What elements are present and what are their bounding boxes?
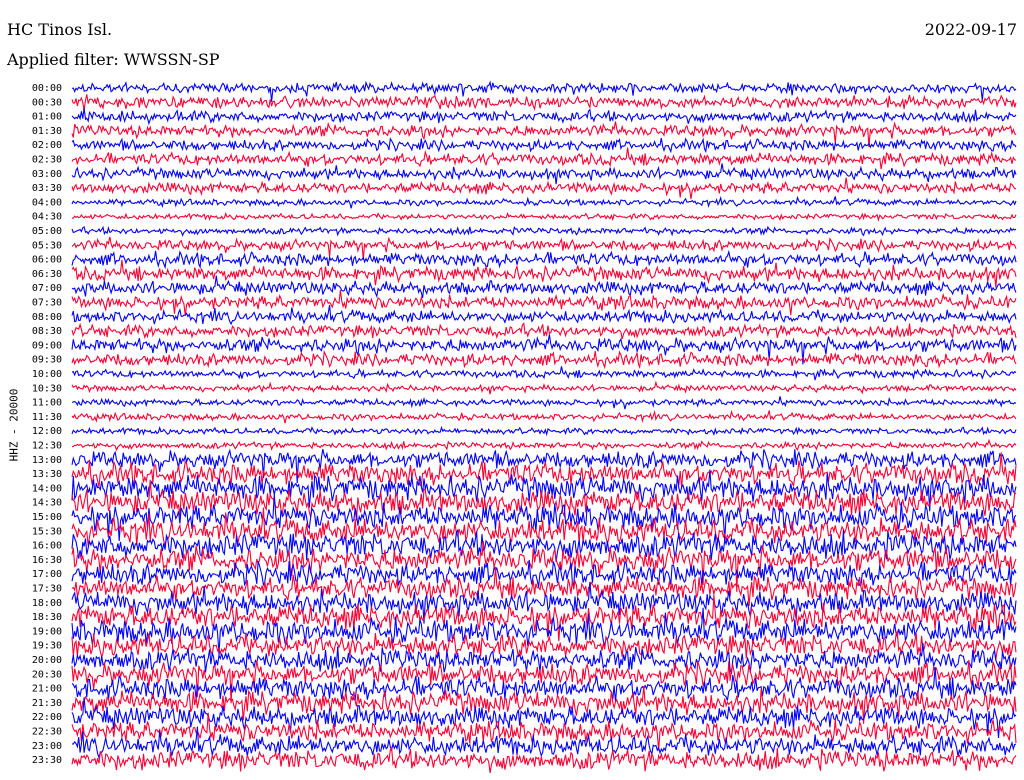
- row-label: 08:30: [32, 326, 62, 337]
- trace-row-0930: [71, 349, 1017, 370]
- row-label: 17:00: [32, 569, 62, 580]
- row-label: 16:30: [32, 555, 62, 566]
- trace-row-1530: [71, 507, 1017, 547]
- row-label: 13:00: [32, 455, 62, 466]
- row-label: 09:30: [32, 355, 62, 366]
- row-label: 15:00: [32, 512, 62, 523]
- row-label: 19:00: [32, 626, 62, 637]
- row-label: 21:00: [32, 684, 62, 695]
- row-label-group: 00:00 00:30 01:00 01:30 02:00 02:30 03:00 03:30…: [32, 83, 62, 766]
- row-label: 12:00: [32, 426, 62, 437]
- trace-row-0400: [71, 195, 1017, 209]
- trace-row-0000: [71, 80, 1017, 102]
- trace-row-1030: [71, 380, 1017, 395]
- row-label: 18:00: [32, 598, 62, 609]
- row-label: 06:00: [32, 255, 62, 266]
- row-label: 06:30: [32, 269, 62, 280]
- trace-row-0330: [71, 177, 1016, 200]
- row-label: 00:30: [32, 97, 62, 108]
- row-label: 15:30: [32, 526, 62, 537]
- row-label: 05:00: [32, 226, 62, 237]
- row-label: 17:30: [32, 584, 62, 595]
- trace-row-0230: [71, 147, 1017, 170]
- trace-group: [71, 80, 1017, 773]
- trace-row-0430: [71, 211, 1017, 222]
- trace-row-0030: [71, 94, 1017, 112]
- row-label: 22:30: [32, 727, 62, 738]
- row-label: 09:00: [32, 340, 62, 351]
- row-label: 01:00: [32, 112, 62, 123]
- row-label: 20:00: [32, 655, 62, 666]
- row-label: 02:00: [32, 140, 62, 151]
- trace-row-1730: [71, 566, 1017, 606]
- trace-row-0100: [71, 107, 1017, 126]
- row-label: 22:00: [32, 712, 62, 723]
- helicorder-plot: 00:00 00:30 01:00 01:30 02:00 02:30 03:00 03:30…: [32, 80, 1017, 773]
- row-label: 16:00: [32, 541, 62, 552]
- trace-row-1130: [71, 409, 1017, 424]
- trace-row-0500: [71, 225, 1017, 237]
- row-label: 07:00: [32, 283, 62, 294]
- row-label: 21:30: [32, 698, 62, 709]
- row-label: 02:30: [32, 155, 62, 166]
- row-label: 18:30: [32, 612, 62, 623]
- row-label: 10:30: [32, 383, 62, 394]
- trace-row-1000: [71, 366, 1017, 381]
- row-label: 03:30: [32, 183, 62, 194]
- row-label: 04:30: [32, 212, 62, 223]
- trace-row-1630: [71, 541, 1017, 592]
- trace-row-0830: [71, 322, 1017, 340]
- row-label: 07:30: [32, 298, 62, 309]
- row-label: 23:00: [32, 741, 62, 752]
- trace-row-0530: [71, 236, 1017, 260]
- row-label: 13:30: [32, 469, 62, 480]
- trace-row-0200: [71, 137, 1017, 154]
- trace-row-1700: [71, 559, 1017, 588]
- row-label: 04:00: [32, 197, 62, 208]
- row-label: 11:30: [32, 412, 62, 423]
- row-label: 00:00: [32, 83, 62, 94]
- row-label: 14:00: [32, 483, 62, 494]
- trace-row-2300: [71, 726, 1017, 760]
- row-label: 23:30: [32, 755, 62, 766]
- trace-row-0300: [71, 163, 1017, 185]
- trace-row-0730: [71, 289, 1017, 316]
- row-label: 08:00: [32, 312, 62, 323]
- row-label: 03:00: [32, 169, 62, 180]
- trace-row-0600: [71, 249, 1017, 270]
- row-label: 11:00: [32, 398, 62, 409]
- row-label: 20:30: [32, 669, 62, 680]
- row-label: 10:00: [32, 369, 62, 380]
- trace-row-1230: [71, 438, 1017, 452]
- trace-row-1200: [71, 425, 1017, 437]
- trace-row-0630: [71, 259, 1017, 288]
- trace-row-1100: [71, 396, 1017, 410]
- row-label: 05:30: [32, 240, 62, 251]
- row-label: 19:30: [32, 641, 62, 652]
- row-label: 12:30: [32, 441, 62, 452]
- row-label: 01:30: [32, 126, 62, 137]
- row-label: 14:30: [32, 498, 62, 509]
